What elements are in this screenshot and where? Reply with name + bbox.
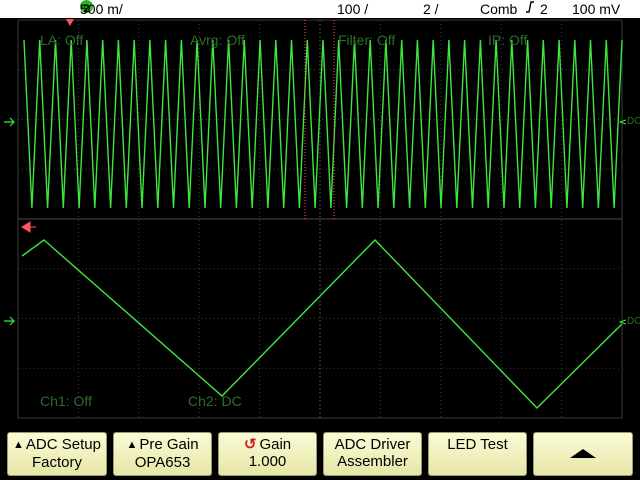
adc-setup-value: Factory bbox=[31, 454, 82, 471]
menu-up-softkey[interactable] bbox=[533, 432, 633, 476]
channel-2-coupling-label: Ch2: DC bbox=[188, 393, 242, 409]
trigger-position-marker-icon bbox=[66, 19, 74, 26]
adc-driver-softkey[interactable]: ADC Driver Assembler bbox=[323, 432, 422, 476]
waveform-display: LA: Off Avrg: Off Filter: Off IP: Off Ch… bbox=[0, 18, 640, 426]
rotary-knob-icon: ↺ bbox=[243, 436, 257, 453]
averaging-status-label: Avrg: Off bbox=[190, 32, 245, 48]
graticule: LA: Off Avrg: Off Filter: Off IP: Off Ch… bbox=[4, 19, 640, 419]
trigger-level-arrow-icon bbox=[21, 221, 36, 233]
triangle-icon: ▲ bbox=[126, 439, 138, 451]
gain-value: 1.000 bbox=[248, 453, 287, 470]
led-test-softkey[interactable]: LED Test bbox=[428, 432, 527, 476]
pre-gain-label: Pre Gain bbox=[139, 436, 199, 453]
lower-trace-right-marker bbox=[618, 319, 627, 325]
status-bar: 2 500 m/ 100 / 2 / Comb 2 100 mV bbox=[0, 0, 640, 18]
pre-gain-softkey[interactable]: ▲ Pre Gain OPA653 bbox=[113, 432, 212, 476]
adc-setup-softkey[interactable]: ▲ ADC Setup Factory bbox=[7, 432, 107, 476]
lower-trace-ground-marker bbox=[4, 316, 15, 326]
pre-gain-value: OPA653 bbox=[134, 454, 191, 471]
gain-softkey[interactable]: ↺ Gain 1.000 bbox=[218, 432, 317, 476]
channel-2-trace bbox=[21, 238, 623, 409]
up-arrow-icon bbox=[534, 436, 632, 463]
adc-driver-label: ADC Driver bbox=[334, 436, 411, 453]
led-test-label: LED Test bbox=[447, 436, 508, 453]
upper-trace-coupling-label: DC bbox=[627, 116, 640, 127]
adc-setup-label: ADC Setup bbox=[25, 436, 101, 453]
adc-driver-value: Assembler bbox=[337, 453, 408, 470]
delay-readout: 2 / bbox=[423, 1, 439, 17]
upper-trace-right-marker bbox=[618, 119, 627, 125]
filter-status-label: Filter: Off bbox=[338, 32, 395, 48]
lower-trace-coupling-label: DC bbox=[627, 316, 640, 327]
channel-1-status-label: Ch1: Off bbox=[40, 393, 92, 409]
channel-upper-trace bbox=[23, 39, 623, 209]
la-status-label: LA: Off bbox=[40, 32, 83, 48]
trigger-channel-readout: 2 bbox=[540, 1, 548, 17]
upper-trace-ground-marker bbox=[4, 117, 15, 127]
softkey-bar: ▲ ADC Setup Factory ▲ Pre Gain OPA653 ↺ Gai… bbox=[0, 426, 640, 480]
ip-status-label: IP: Off bbox=[488, 32, 528, 48]
trigger-level-readout: 100 mV bbox=[572, 1, 621, 17]
trigger-slope-icon bbox=[525, 0, 535, 18]
timebase-readout: 100 / bbox=[337, 1, 369, 17]
triangle-icon: ▲ bbox=[13, 439, 24, 451]
trigger-mode-readout: Comb bbox=[480, 1, 518, 17]
channel-scale-value: 500 m/ bbox=[80, 1, 123, 17]
gain-label: Gain bbox=[259, 436, 292, 453]
